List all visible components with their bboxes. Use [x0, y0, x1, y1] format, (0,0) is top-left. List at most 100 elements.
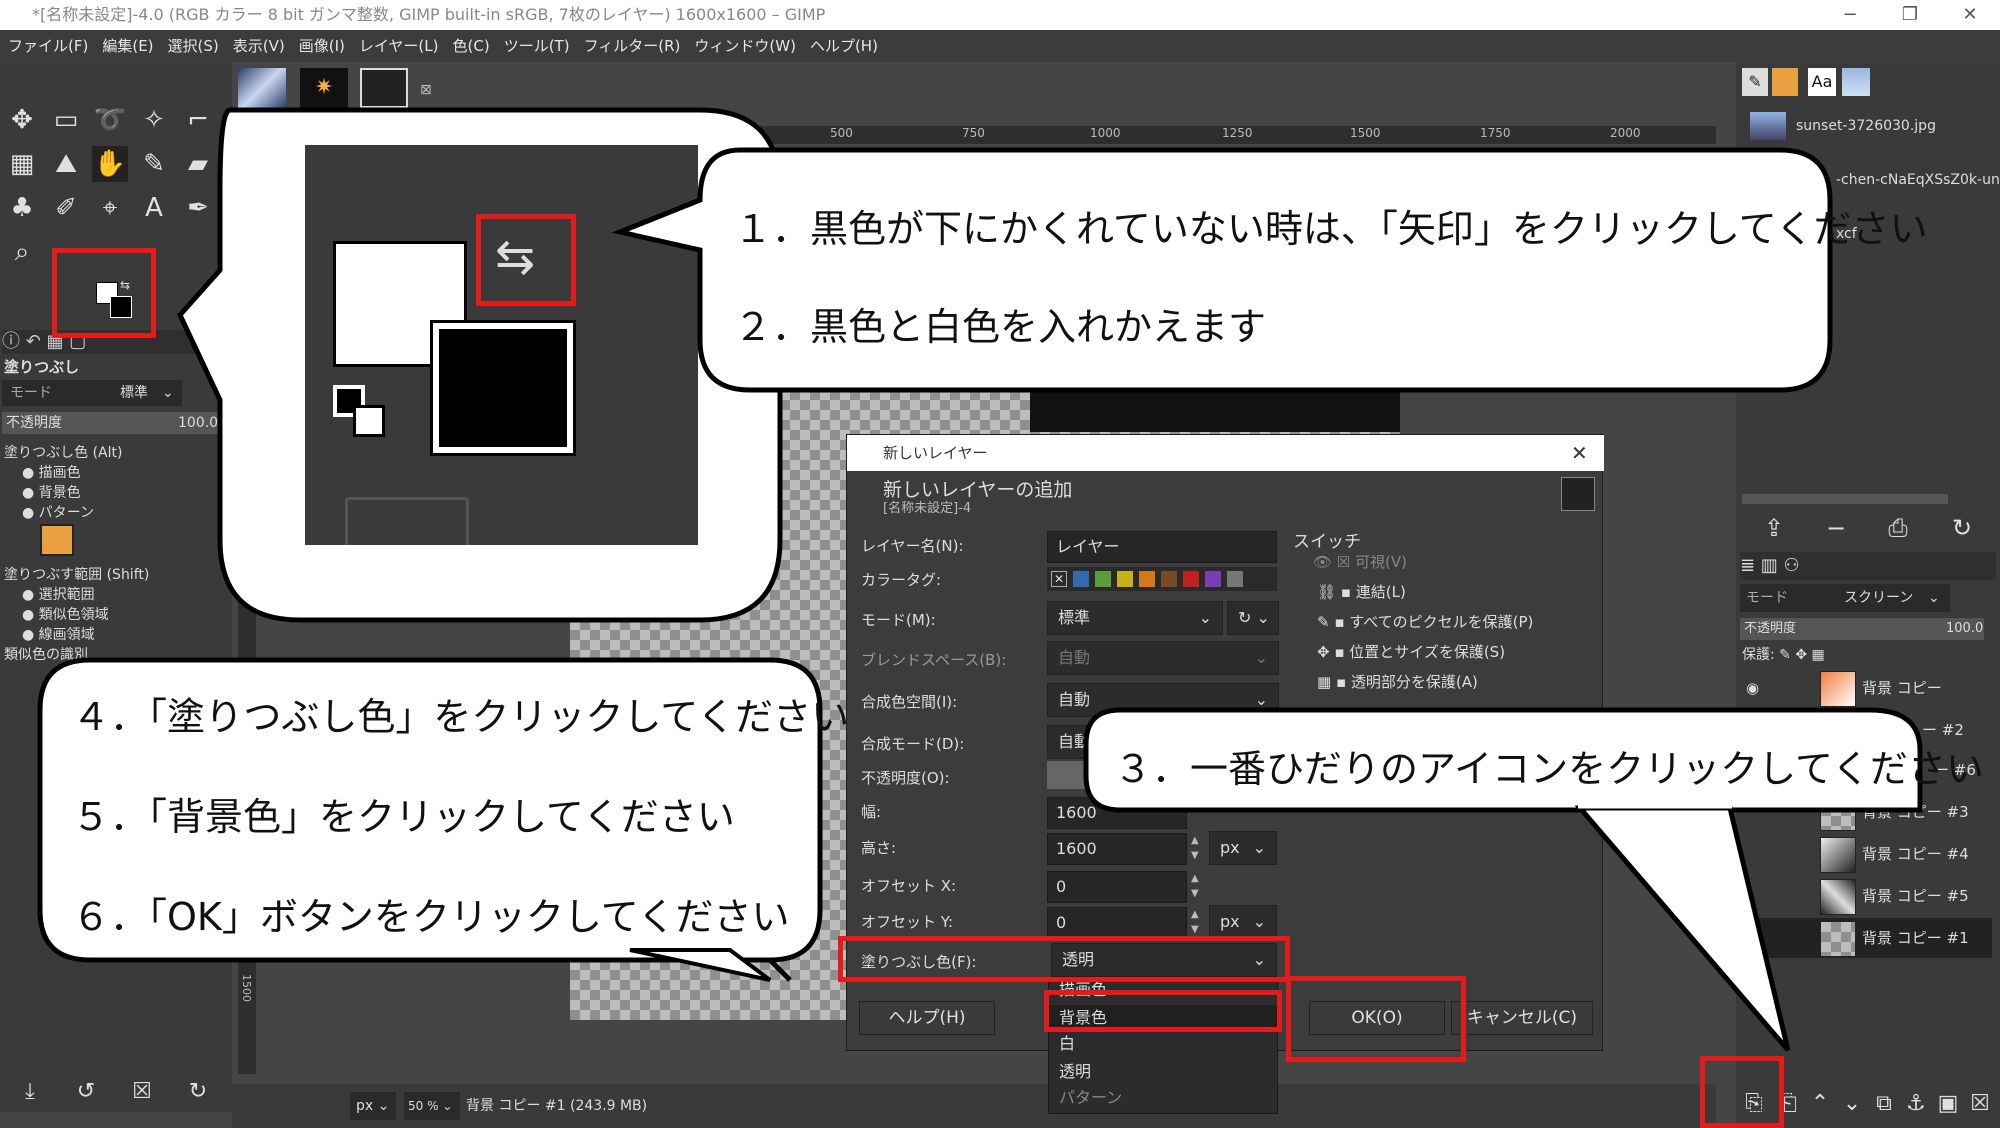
menu-file[interactable]: ファイル(F) — [8, 37, 88, 55]
menu-tools[interactable]: ツール(T) — [504, 37, 570, 55]
color-tag-picker[interactable]: ✕ — [1047, 567, 1277, 591]
close-button[interactable]: ✕ — [1940, 0, 2000, 30]
image-list-item-2[interactable]: -chen-cNaEqXSsZ0k-unsp — [1836, 172, 2000, 188]
save-options-icon[interactable]: ⤓ — [12, 1074, 48, 1110]
paths-icon[interactable]: ⌖ — [92, 190, 128, 226]
image-list-item-1[interactable]: sunset-3726030.jpg — [1796, 118, 1936, 134]
lock-label: 保護: ✎ ✥ ▦ — [1742, 647, 1825, 663]
highlight-new-layer — [1700, 1056, 1784, 1128]
area-lineart-radio[interactable]: ● 線画領域 — [22, 624, 95, 644]
fill-area-label: 塗りつぶす範囲 (Shift) — [4, 567, 150, 583]
lock-pixels-switch[interactable]: ✎ ▪ すべてのピクセルを保護(P) — [1317, 611, 1533, 632]
unit-select[interactable]: px ⌄ — [350, 1092, 396, 1120]
fill-option-pattern[interactable]: パターン — [1059, 1087, 1122, 1109]
menu-view[interactable]: 表示(V) — [233, 37, 285, 55]
bucket-fill-icon[interactable]: ✋ — [92, 146, 128, 182]
lower-layer-icon[interactable]: ⌄ — [1834, 1086, 1870, 1122]
remove-image-icon[interactable]: − — [1818, 510, 1854, 546]
area-similar-radio[interactable]: ● 類似色領域 — [22, 604, 109, 624]
help-button[interactable]: ヘルプ(H) — [859, 1001, 995, 1035]
menu-filters[interactable]: フィルター(R) — [584, 37, 681, 55]
highlight-color-swatches — [52, 248, 156, 338]
step-5-text: ５．「背景色」をクリックしてください — [72, 795, 735, 839]
fill-option-transparent[interactable]: 透明 — [1059, 1061, 1091, 1083]
highlight-fill-with — [838, 936, 1290, 982]
raise-image-icon[interactable]: ⇪ — [1756, 510, 1792, 546]
fill-pattern-radio[interactable]: ● パターン — [22, 502, 94, 522]
linked-switch[interactable]: ⛓ ▪ 連結(L) — [1317, 581, 1406, 602]
mode-dropdown[interactable]: 標準 ⌄ — [1047, 601, 1223, 635]
step-1-text: １．黒色が下にかくれていない時は、「矢印」をクリックしてください — [734, 207, 1928, 251]
maximize-button[interactable]: ❐ — [1880, 0, 1940, 30]
width-label: 幅: — [861, 803, 882, 821]
menu-select[interactable]: 選択(S) — [168, 37, 219, 55]
lasso-icon[interactable]: ➰ — [92, 102, 128, 138]
fill-fg-radio[interactable]: ● 描画色 — [22, 462, 81, 482]
anchor-layer-icon[interactable]: ⚓ — [1898, 1086, 1934, 1122]
close-tab-icon[interactable]: ⊠ — [420, 82, 432, 98]
fill-color-label: 塗りつぶし色 (Alt) — [4, 445, 123, 461]
mask-layer-icon[interactable]: ▣ — [1930, 1086, 1966, 1122]
blend-space-dropdown[interactable]: 自動 ⌄ — [1047, 641, 1279, 675]
smudge-icon[interactable]: ✐ — [48, 190, 84, 226]
raise-layer-icon[interactable]: ⌃ — [1802, 1086, 1838, 1122]
move-tool-icon[interactable]: ✥ — [4, 102, 40, 138]
patterns-tab-icon[interactable] — [1772, 68, 1798, 96]
lock-alpha-switch[interactable]: ▦ ▪ 透明部分を保護(A) — [1317, 671, 1478, 692]
layer-name-input[interactable]: レイヤー — [1047, 531, 1277, 563]
brushes-tab-icon[interactable]: ✎ — [1742, 68, 1768, 96]
window-titlebar: *[名称未設定]-4.0 (RGB カラー 8 bit ガンマ整数, GIMP … — [0, 0, 2000, 30]
switch-title: スイッチ — [1293, 532, 1361, 552]
layer-mode-select[interactable]: モード スクリーン ⌄ — [1740, 584, 1950, 612]
clone-icon[interactable]: ♣ — [4, 190, 40, 226]
restore-options-icon[interactable]: ↺ — [68, 1074, 104, 1110]
height-label: 高さ: — [861, 839, 897, 857]
color-tag-label: カラータグ: — [861, 571, 942, 589]
refresh-images-icon[interactable]: ↻ — [1944, 510, 1980, 546]
reset-options-icon[interactable]: ↻ — [180, 1074, 216, 1110]
menu-layer[interactable]: レイヤー(L) — [359, 37, 439, 55]
delete-options-icon[interactable]: ☒ — [124, 1074, 160, 1110]
mode-switch-dropdown[interactable]: ↻ ⌄ — [1227, 601, 1279, 635]
layer-name-label: レイヤー名(N): — [861, 537, 964, 555]
minimize-button[interactable]: − — [1820, 0, 1880, 30]
zoom-icon[interactable]: ⌕ — [4, 234, 40, 270]
highlight-ok-button — [1286, 976, 1466, 1062]
mode-select[interactable]: モード 標準 ⌄ — [2, 380, 182, 406]
offset-y-label: オフセット Y: — [861, 913, 953, 931]
menu-color[interactable]: 色(C) — [453, 37, 490, 55]
image-thumb-1[interactable] — [1750, 112, 1786, 140]
fill-bg-radio[interactable]: ● 背景色 — [22, 482, 81, 502]
zoom-select[interactable]: 50 % ⌄ — [404, 1092, 460, 1120]
layer-opacity-slider[interactable]: 不透明度 100.0 — [1740, 618, 1984, 640]
callout-1-shape — [611, 147, 1833, 393]
menu-edit[interactable]: 編集(E) — [102, 37, 153, 55]
rect-select-icon[interactable]: ▭ — [48, 102, 84, 138]
layer-status: 背景 コピー #1 (243.9 MB) — [466, 1098, 648, 1114]
images-scrollbar[interactable] — [1742, 494, 1948, 504]
step-3-text: ３．一番ひだりのアイコンをクリックしてください — [1114, 747, 1984, 791]
fill-option-white[interactable]: 白 — [1059, 1033, 1075, 1055]
warp-icon[interactable]: ⛰ — [48, 146, 84, 182]
transform-icon[interactable]: ▦ — [4, 146, 40, 182]
pattern-swatch[interactable] — [40, 524, 74, 556]
area-selection-radio[interactable]: ● 選択範囲 — [22, 584, 95, 604]
delete-layer-icon[interactable]: ☒ — [1962, 1086, 1998, 1122]
menu-windows[interactable]: ウィンドウ(W) — [694, 37, 796, 55]
layers-tabs[interactable]: ≣ ▥ ⚇ — [1740, 552, 1996, 580]
step-2-text: ２．黒色と白色を入れかえます — [734, 305, 1267, 349]
dialog-thumbnail — [1561, 477, 1595, 511]
duplicate-layer-icon[interactable]: ⧉ — [1866, 1086, 1902, 1122]
mode-label: モード(M): — [861, 611, 936, 629]
images-tab-icon[interactable] — [1842, 68, 1870, 96]
print-image-icon[interactable]: ⎙ — [1880, 510, 1916, 546]
visible-switch[interactable]: 👁 ☒ 可視(V) — [1313, 551, 1407, 572]
step-6-text: ６．「OK」ボタンをクリックしてください — [72, 895, 790, 939]
dialog-close-icon[interactable]: ✕ — [1571, 435, 1588, 471]
menu-help[interactable]: ヘルプ(H) — [810, 37, 878, 55]
dialog-title: 新しいレイヤー — [883, 444, 988, 462]
composite-space-label: 合成色空間(I): — [861, 693, 958, 711]
lock-position-switch[interactable]: ✥ ▪ 位置とサイズを保護(S) — [1317, 641, 1505, 662]
menu-image[interactable]: 画像(I) — [299, 37, 345, 55]
fonts-tab-icon[interactable]: Aa — [1808, 68, 1836, 96]
